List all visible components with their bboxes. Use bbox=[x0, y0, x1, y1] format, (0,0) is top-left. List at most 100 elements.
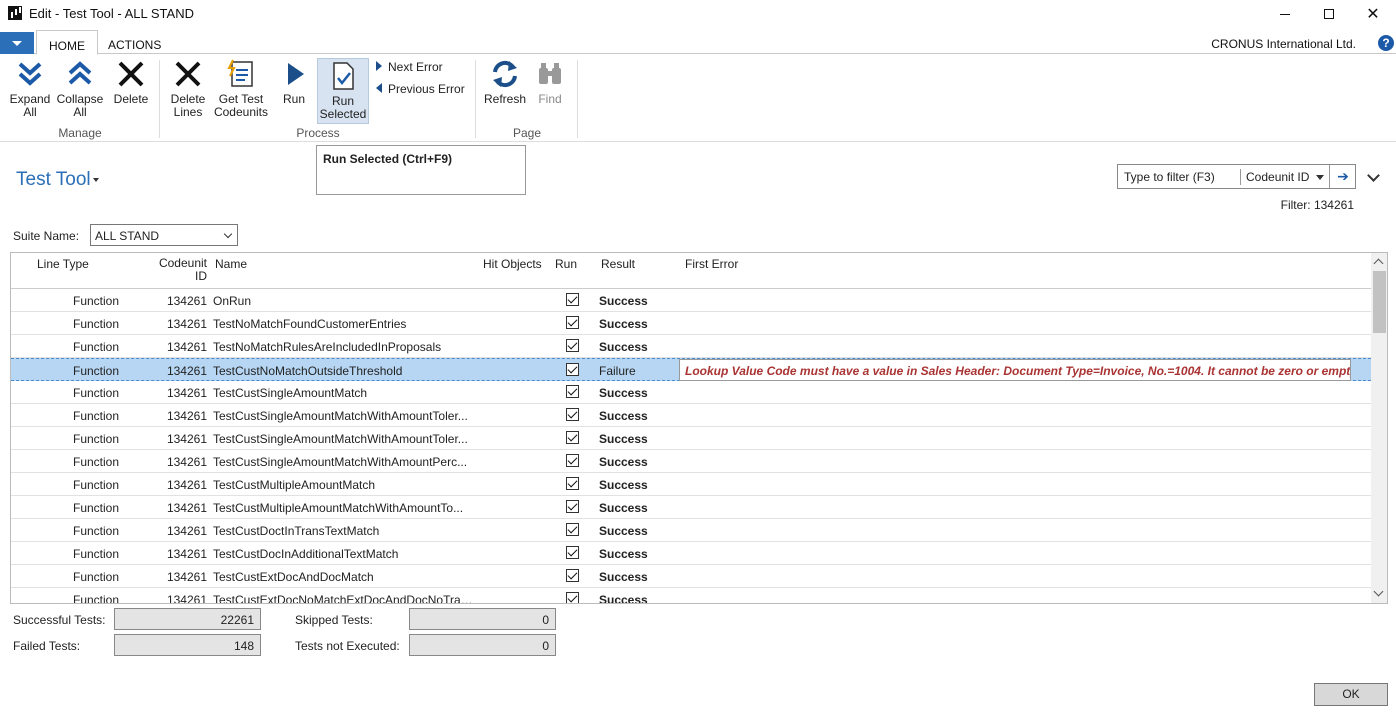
name-cell: TestCustSingleAmountMatchWithAmountToler… bbox=[213, 409, 468, 423]
name-cell: OnRun bbox=[213, 294, 252, 308]
result-cell: Success bbox=[599, 409, 648, 423]
table-row[interactable]: Function 134261 TestCustSingleAmountMatchW… bbox=[11, 404, 1371, 427]
expand-all-button[interactable]: Expand All bbox=[6, 58, 54, 119]
close-button[interactable]: ✕ bbox=[1350, 0, 1396, 28]
group-separator bbox=[577, 60, 578, 138]
group-manage-label: Manage bbox=[58, 126, 102, 140]
name-cell: TestCustMultipleAmountMatchWithAmountTo.… bbox=[213, 501, 464, 515]
column-header-run[interactable]: Run bbox=[555, 258, 577, 271]
run-checkbox[interactable] bbox=[566, 293, 579, 306]
result-cell: Success bbox=[599, 432, 648, 446]
run-checkbox[interactable] bbox=[566, 546, 579, 559]
find-button[interactable]: Find bbox=[532, 58, 568, 106]
refresh-button[interactable]: Refresh bbox=[482, 58, 528, 106]
run-checkbox[interactable] bbox=[566, 523, 579, 536]
name-cell: TestNoMatchFoundCustomerEntries bbox=[213, 317, 407, 331]
arrow-right-icon[interactable]: ➔ bbox=[1329, 165, 1356, 188]
run-checkbox[interactable] bbox=[566, 477, 579, 490]
name-cell: TestCustExtDocAndDocMatch bbox=[213, 570, 374, 584]
run-button[interactable]: Run bbox=[274, 58, 314, 106]
next-error-button[interactable]: Next Error bbox=[376, 60, 443, 74]
run-checkbox[interactable] bbox=[566, 592, 579, 603]
ok-button[interactable]: OK bbox=[1314, 683, 1388, 706]
find-label: Find bbox=[538, 92, 562, 106]
expand-all-label: Expand All bbox=[9, 92, 51, 119]
line-type-cell: Function bbox=[73, 501, 120, 515]
previous-error-button[interactable]: Previous Error bbox=[376, 82, 465, 96]
minimize-button[interactable] bbox=[1262, 0, 1308, 28]
table-row[interactable]: Function 134261 OnRun Success bbox=[11, 289, 1371, 312]
delete-lines-button[interactable]: Delete Lines bbox=[166, 58, 210, 119]
table-row[interactable]: Function 134261 TestCustNoMatchOutsideThre… bbox=[11, 358, 1371, 381]
table-row[interactable]: Function 134261 TestCustMultipleAmountMatc… bbox=[11, 473, 1371, 496]
test-lines-grid: Line Type Codeunit ID Name Hit Objects Ru… bbox=[10, 252, 1388, 604]
column-header-result[interactable]: Result bbox=[601, 258, 635, 271]
run-checkbox[interactable] bbox=[566, 431, 579, 444]
suite-name-select[interactable]: ALL STAND bbox=[90, 224, 238, 246]
codeunit-id-cell: 134261 bbox=[166, 547, 207, 561]
successful-tests-value: 22261 bbox=[114, 608, 261, 630]
table-row[interactable]: Function 134261 TestCustDoctInTransTextMat… bbox=[11, 519, 1371, 542]
table-row[interactable]: Function 134261 TestNoMatchFoundCustomerEn… bbox=[11, 312, 1371, 335]
collapse-all-label: Collapse All bbox=[56, 92, 104, 119]
grid-header: Line Type Codeunit ID Name Hit Objects Ru… bbox=[11, 253, 1371, 289]
run-checkbox[interactable] bbox=[566, 316, 579, 329]
maximize-button[interactable] bbox=[1306, 0, 1352, 28]
run-checkbox[interactable] bbox=[566, 500, 579, 513]
run-checkbox[interactable] bbox=[566, 339, 579, 352]
filter-input[interactable]: Type to filter (F3) bbox=[1124, 170, 1215, 184]
table-row[interactable]: Function 134261 TestCustExtDocNoMatchExtDo… bbox=[11, 588, 1371, 604]
column-header-codeunit-id[interactable]: Codeunit ID bbox=[153, 257, 207, 283]
maximize-icon bbox=[1324, 9, 1334, 19]
run-checkbox[interactable] bbox=[566, 408, 579, 421]
filter-box: Type to filter (F3) Codeunit ID ➔ bbox=[1117, 164, 1356, 189]
vertical-scrollbar[interactable] bbox=[1371, 253, 1387, 603]
result-cell: Success bbox=[599, 501, 648, 515]
delete-icon bbox=[118, 61, 144, 87]
chevron-down-icon bbox=[223, 229, 233, 239]
table-row[interactable]: Function 134261 TestCustMultipleAmountMatc… bbox=[11, 496, 1371, 519]
table-row[interactable]: Function 134261 TestCustSingleAmountMatchW… bbox=[11, 427, 1371, 450]
column-header-line-type[interactable]: Line Type bbox=[37, 258, 89, 271]
column-header-first-error[interactable]: First Error bbox=[685, 258, 738, 271]
table-row[interactable]: Function 134261 TestCustExtDocAndDocMatch S… bbox=[11, 565, 1371, 588]
table-row[interactable]: Function 134261 TestCustSingleAmountMatch S… bbox=[11, 381, 1371, 404]
result-cell: Success bbox=[599, 455, 648, 469]
previous-error-label: Previous Error bbox=[388, 82, 465, 96]
first-error-cell[interactable]: Lookup Value Code must have a value in S… bbox=[679, 359, 1351, 381]
collapse-all-button[interactable]: Collapse All bbox=[56, 58, 104, 119]
run-label: Run bbox=[282, 92, 305, 106]
filter-field-select[interactable]: Codeunit ID bbox=[1246, 170, 1309, 184]
tab-actions[interactable]: ACTIONS bbox=[96, 30, 173, 55]
suite-name-value: ALL STAND bbox=[95, 229, 160, 243]
column-header-name[interactable]: Name bbox=[215, 258, 247, 271]
column-header-hit-objects[interactable]: Hit Objects bbox=[483, 258, 542, 271]
run-checkbox[interactable] bbox=[566, 363, 579, 376]
name-cell: TestCustMultipleAmountMatch bbox=[213, 478, 376, 492]
tab-home[interactable]: HOME bbox=[36, 30, 98, 55]
run-checkbox[interactable] bbox=[566, 569, 579, 582]
scroll-down-icon[interactable] bbox=[1373, 586, 1384, 597]
table-row[interactable]: Function 134261 TestNoMatchRulesAreInclude… bbox=[11, 335, 1371, 358]
get-test-codeunits-button[interactable]: Get Test Codeunits bbox=[212, 58, 270, 119]
help-icon[interactable]: ? bbox=[1378, 35, 1394, 51]
scroll-up-icon[interactable] bbox=[1373, 258, 1384, 269]
result-cell: Success bbox=[599, 593, 648, 604]
table-row[interactable]: Function 134261 TestCustDocInAdditionalTex… bbox=[11, 542, 1371, 565]
run-selected-button[interactable]: Run Selected bbox=[317, 58, 369, 124]
codeunit-id-cell: 134261 bbox=[166, 409, 207, 423]
app-menu-button[interactable] bbox=[0, 32, 34, 54]
page-title[interactable]: Test Tool bbox=[16, 169, 91, 191]
run-checkbox[interactable] bbox=[566, 454, 579, 467]
chevron-down-icon[interactable] bbox=[1316, 175, 1324, 180]
page-title-dropdown-icon[interactable] bbox=[93, 178, 99, 182]
collapse-factbox-icon[interactable] bbox=[1367, 169, 1380, 182]
ribbon-tab-strip: HOME ACTIONS CRONUS International Ltd. bbox=[0, 28, 1396, 55]
line-type-cell: Function bbox=[73, 317, 120, 331]
run-checkbox[interactable] bbox=[566, 385, 579, 398]
table-row[interactable]: Function 134261 TestCustSingleAmountMatchW… bbox=[11, 450, 1371, 473]
scroll-thumb[interactable] bbox=[1373, 271, 1386, 333]
delete-button[interactable]: Delete bbox=[110, 58, 152, 106]
group-page-label: Page bbox=[512, 126, 542, 140]
play-icon bbox=[288, 63, 304, 85]
